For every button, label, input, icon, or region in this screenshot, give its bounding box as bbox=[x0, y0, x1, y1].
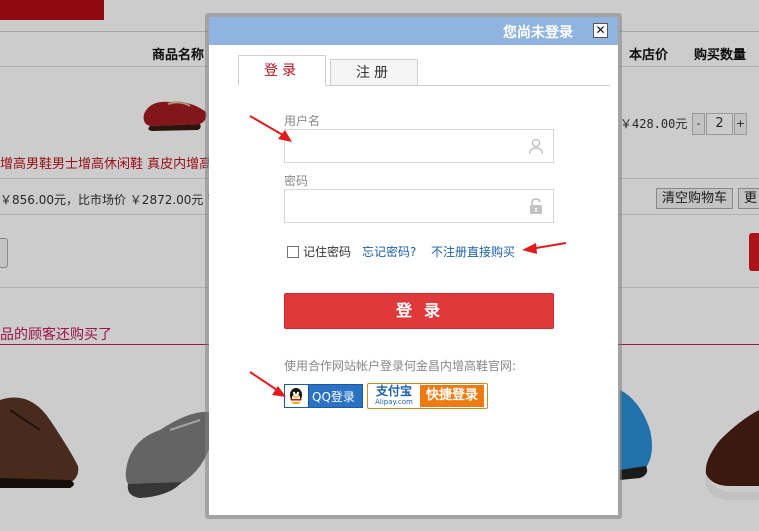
alipay-logo-text: 支付宝 bbox=[375, 384, 412, 398]
close-icon[interactable]: ✕ bbox=[593, 23, 608, 38]
qq-login-label: QQ登录 bbox=[312, 389, 355, 404]
qq-penguin-icon bbox=[285, 385, 309, 407]
login-modal: 您尚未登录 ✕ 登录 注册 用户名 密码 记住密码 忘记密码? 不注册直接购买 … bbox=[209, 17, 618, 515]
user-icon bbox=[528, 138, 544, 155]
password-label: 密码 bbox=[284, 174, 309, 188]
alipay-logo-subtext: Alipay.com bbox=[375, 398, 413, 406]
login-button[interactable]: 登录 bbox=[284, 293, 554, 329]
lock-icon bbox=[530, 198, 542, 214]
username-input[interactable] bbox=[285, 130, 515, 162]
partner-login-text: 使用合作网站帐户登录何金昌内增高鞋官网: bbox=[284, 359, 517, 373]
remember-checkbox[interactable] bbox=[287, 245, 299, 258]
annotation-arrow-icon bbox=[522, 242, 567, 254]
password-input[interactable] bbox=[285, 190, 515, 222]
qq-login-button[interactable]: QQ登录 bbox=[284, 384, 363, 408]
alipay-logo: 支付宝 Alipay.com bbox=[368, 384, 420, 408]
tab-register[interactable]: 注册 bbox=[330, 59, 418, 86]
tab-login[interactable]: 登录 bbox=[238, 55, 326, 86]
password-field[interactable] bbox=[284, 189, 554, 223]
forgot-password-link[interactable]: 忘记密码? bbox=[362, 243, 416, 260]
annotation-arrow-icon bbox=[249, 115, 292, 142]
annotation-arrow-icon bbox=[249, 371, 286, 397]
login-tabs: 登录 注册 bbox=[238, 55, 610, 86]
alipay-login-button[interactable]: 支付宝 Alipay.com 快捷登录 bbox=[367, 383, 488, 409]
guest-checkout-link[interactable]: 不注册直接购买 bbox=[431, 243, 515, 260]
modal-title: 您尚未登录 bbox=[503, 25, 573, 41]
username-field[interactable] bbox=[284, 129, 554, 163]
modal-header: 您尚未登录 ✕ bbox=[209, 17, 618, 45]
remember-password[interactable]: 记住密码 bbox=[287, 243, 351, 260]
remember-label: 记住密码 bbox=[303, 245, 352, 259]
alipay-quick-login-label: 快捷登录 bbox=[420, 385, 484, 407]
